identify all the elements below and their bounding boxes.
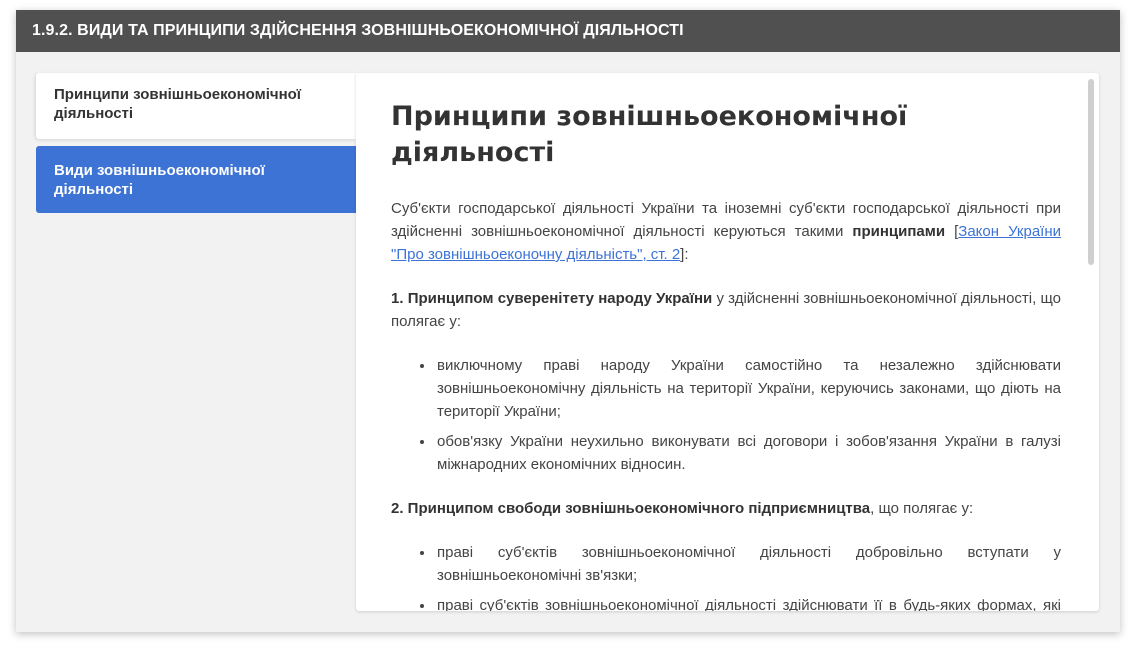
content-body: Принципи зовнішньоекономічної діяльності… (391, 99, 1061, 611)
list-item: обов'язку України неухильно виконувати в… (435, 430, 1061, 476)
lesson-card: 1.9.2. ВИДИ ТА ПРИНЦИПИ ЗДІЙСНЕННЯ ЗОВНІ… (16, 10, 1120, 632)
principle-2-text: , що полягає у: (870, 500, 974, 517)
principle-1-list: виключному праві народу України самостій… (391, 354, 1061, 476)
section-header: 1.9.2. ВИДИ ТА ПРИНЦИПИ ЗДІЙСНЕННЯ ЗОВНІ… (16, 10, 1120, 52)
list-item: праві суб'єктів зовнішньоекономічної дія… (435, 541, 1061, 587)
principle-1-heading: 1. Принципом суверенітету народу України… (391, 287, 1061, 333)
tab-principles[interactable]: Принципи зовнішньоекономічної діяльності (36, 73, 356, 139)
tab-label: Принципи зовнішньоекономічної діяльності (54, 86, 302, 122)
principle-2-heading: 2. Принципом свободи зовнішньоекономічно… (391, 497, 1061, 520)
intro-paragraph: Суб'єкти господарської діяльності Україн… (391, 197, 1061, 266)
scrollbar-thumb[interactable] (1088, 79, 1094, 265)
list-item: виключному праві народу України самостій… (435, 354, 1061, 423)
principle-2-title: 2. Принципом свободи зовнішньоекономічно… (391, 500, 871, 517)
tab-list: Принципи зовнішньоекономічної діяльності… (36, 73, 356, 213)
content-panel[interactable]: Принципи зовнішньоекономічної діяльності… (356, 73, 1099, 611)
tab-types[interactable]: Види зовнішньоекономічної діяльності (36, 146, 356, 213)
tab-label: Види зовнішньоекономічної діяльності (54, 162, 265, 198)
intro-link-open: [ (945, 223, 959, 240)
principle-2-list: праві суб'єктів зовнішньоекономічної дія… (391, 541, 1061, 611)
principle-1-title: 1. Принципом суверенітету народу України (391, 290, 713, 307)
content-title: Принципи зовнішньоекономічної діяльності (391, 101, 908, 168)
list-item: праві суб'єктів зовнішньоекономічної дія… (435, 594, 1061, 611)
intro-link-close: ]: (680, 246, 689, 263)
section-title: 1.9.2. ВИДИ ТА ПРИНЦИПИ ЗДІЙСНЕННЯ ЗОВНІ… (32, 22, 684, 39)
intro-bold: принципами (852, 223, 946, 240)
